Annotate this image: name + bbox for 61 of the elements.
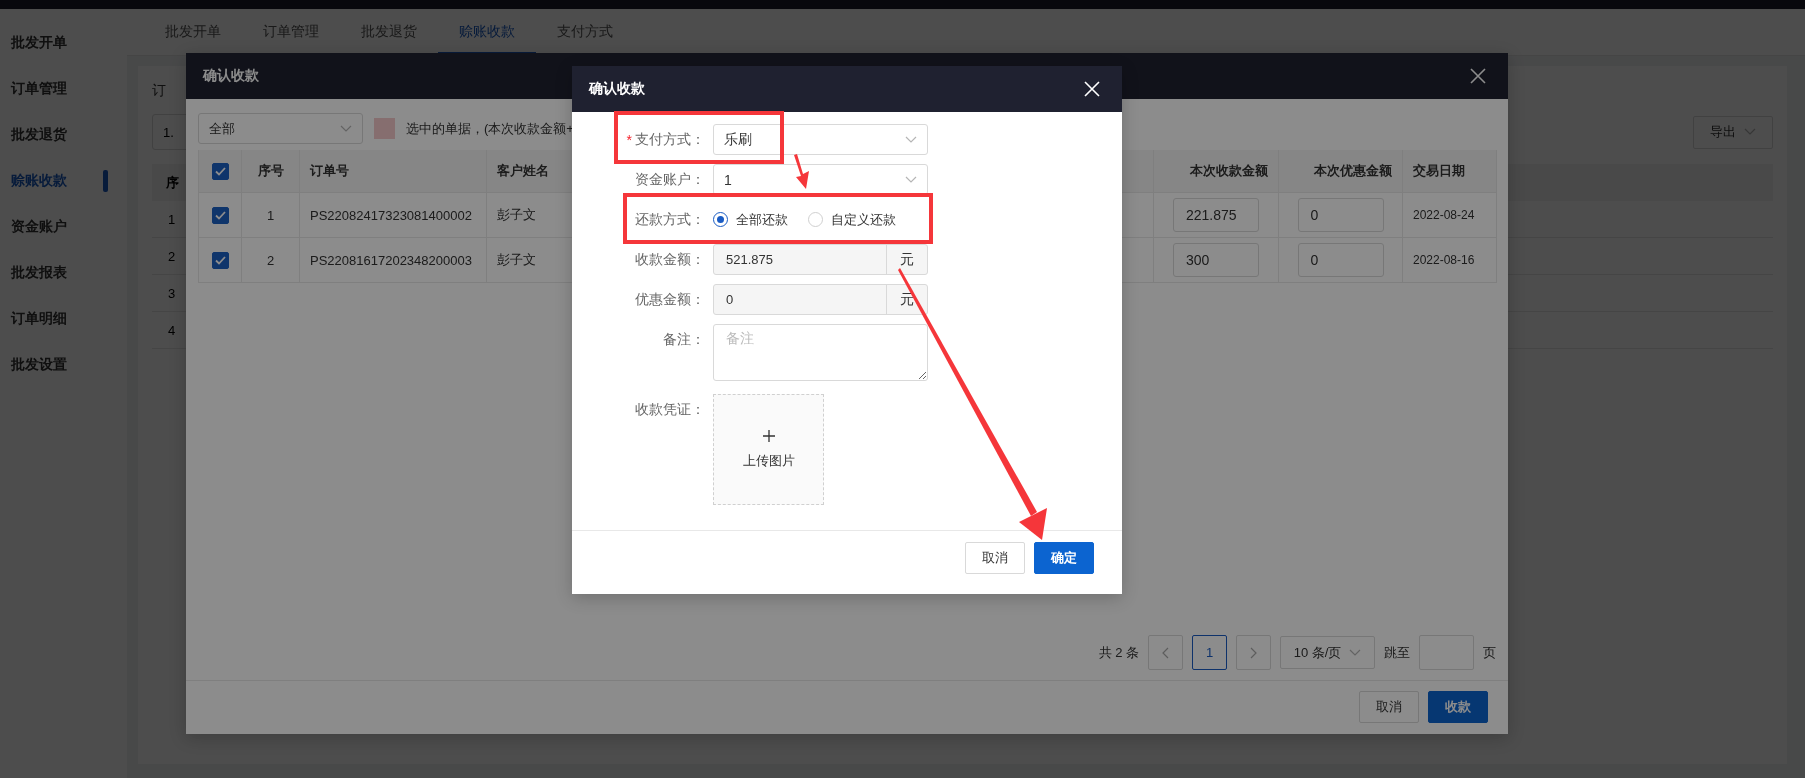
field-label: 资金账户： xyxy=(635,170,705,189)
radio-option[interactable]: 自定义还款 xyxy=(808,210,896,229)
column-header: 交易日期 xyxy=(1403,150,1497,193)
chevron-down-icon xyxy=(905,175,917,184)
select-field[interactable]: 1 xyxy=(713,164,928,195)
cancel-button[interactable]: 取消 xyxy=(965,542,1025,574)
table-cell: 2022-08-16 xyxy=(1403,238,1497,283)
page-suffix: 页 xyxy=(1483,643,1496,662)
chevron-down-icon xyxy=(905,135,917,144)
amount-field[interactable]: 300 xyxy=(1173,243,1259,277)
check-icon xyxy=(214,255,226,265)
upload-button[interactable]: 上传图片 xyxy=(713,394,824,505)
table-cell: PS22082417323081400002 xyxy=(300,193,487,238)
page-button[interactable]: 1 xyxy=(1192,635,1227,670)
chevron-right-icon xyxy=(1250,646,1257,659)
table-cell: 2 xyxy=(242,238,300,283)
table-cell: PS22081617202348200003 xyxy=(300,238,487,283)
checkbox[interactable] xyxy=(211,251,229,269)
dialog-title: 确认收款 xyxy=(589,80,645,98)
filter-label: 订 xyxy=(152,82,166,100)
select-field[interactable]: 乐刷 xyxy=(713,124,928,155)
check-icon xyxy=(214,210,226,220)
note-field[interactable]: 备注 xyxy=(713,324,928,381)
chevron-down-icon xyxy=(1349,648,1362,657)
column-header: 订单号 xyxy=(300,150,487,193)
checkbox[interactable] xyxy=(211,162,229,180)
close-icon[interactable] xyxy=(1084,81,1100,97)
amount-field[interactable]: 0 xyxy=(1297,198,1384,232)
check-icon xyxy=(214,166,226,176)
total-count: 共 2 条 xyxy=(1098,643,1139,662)
radio-button[interactable] xyxy=(713,212,728,227)
amount-field[interactable]: 0 元 xyxy=(713,284,928,315)
confirm-button[interactable]: 确定 xyxy=(1034,542,1094,574)
field-label: 收款凭证： xyxy=(635,400,705,419)
annotation-arrow xyxy=(794,154,809,189)
field-label: 支付方式： xyxy=(635,130,705,149)
legend-swatch xyxy=(374,118,395,139)
chevron-down-icon xyxy=(340,124,352,133)
radio-option[interactable]: 全部还款 xyxy=(713,210,788,229)
jump-label: 跳至 xyxy=(1384,643,1410,662)
amount-field[interactable]: 521.875 元 xyxy=(713,244,928,275)
chevron-left-icon xyxy=(1162,646,1169,659)
confirm-button[interactable]: 收款 xyxy=(1428,691,1488,723)
column-header: 本次收款金额 xyxy=(1154,150,1279,193)
field-label: 还款方式： xyxy=(635,210,705,229)
cancel-button[interactable]: 取消 xyxy=(1359,691,1419,723)
status-select[interactable]: 全部 xyxy=(198,113,363,144)
column-header: 序号 xyxy=(242,150,300,193)
dialog-title: 确认收款 xyxy=(203,67,259,85)
checkbox[interactable] xyxy=(211,206,229,224)
field-label: 收款金额： xyxy=(635,250,705,269)
amount-field[interactable]: 221.875 xyxy=(1173,198,1259,232)
required-mark: * xyxy=(626,131,632,148)
table-cell: 2022-08-24 xyxy=(1403,193,1497,238)
table-cell: 1 xyxy=(242,193,300,238)
field-label: 优惠金额： xyxy=(635,290,705,309)
plus-icon xyxy=(762,429,775,442)
column-header: 本次优惠金额 xyxy=(1279,150,1403,193)
page-size-select[interactable]: 10 条/页 xyxy=(1280,636,1375,669)
amount-field[interactable]: 0 xyxy=(1297,243,1384,277)
field-label: 备注： xyxy=(663,330,705,349)
